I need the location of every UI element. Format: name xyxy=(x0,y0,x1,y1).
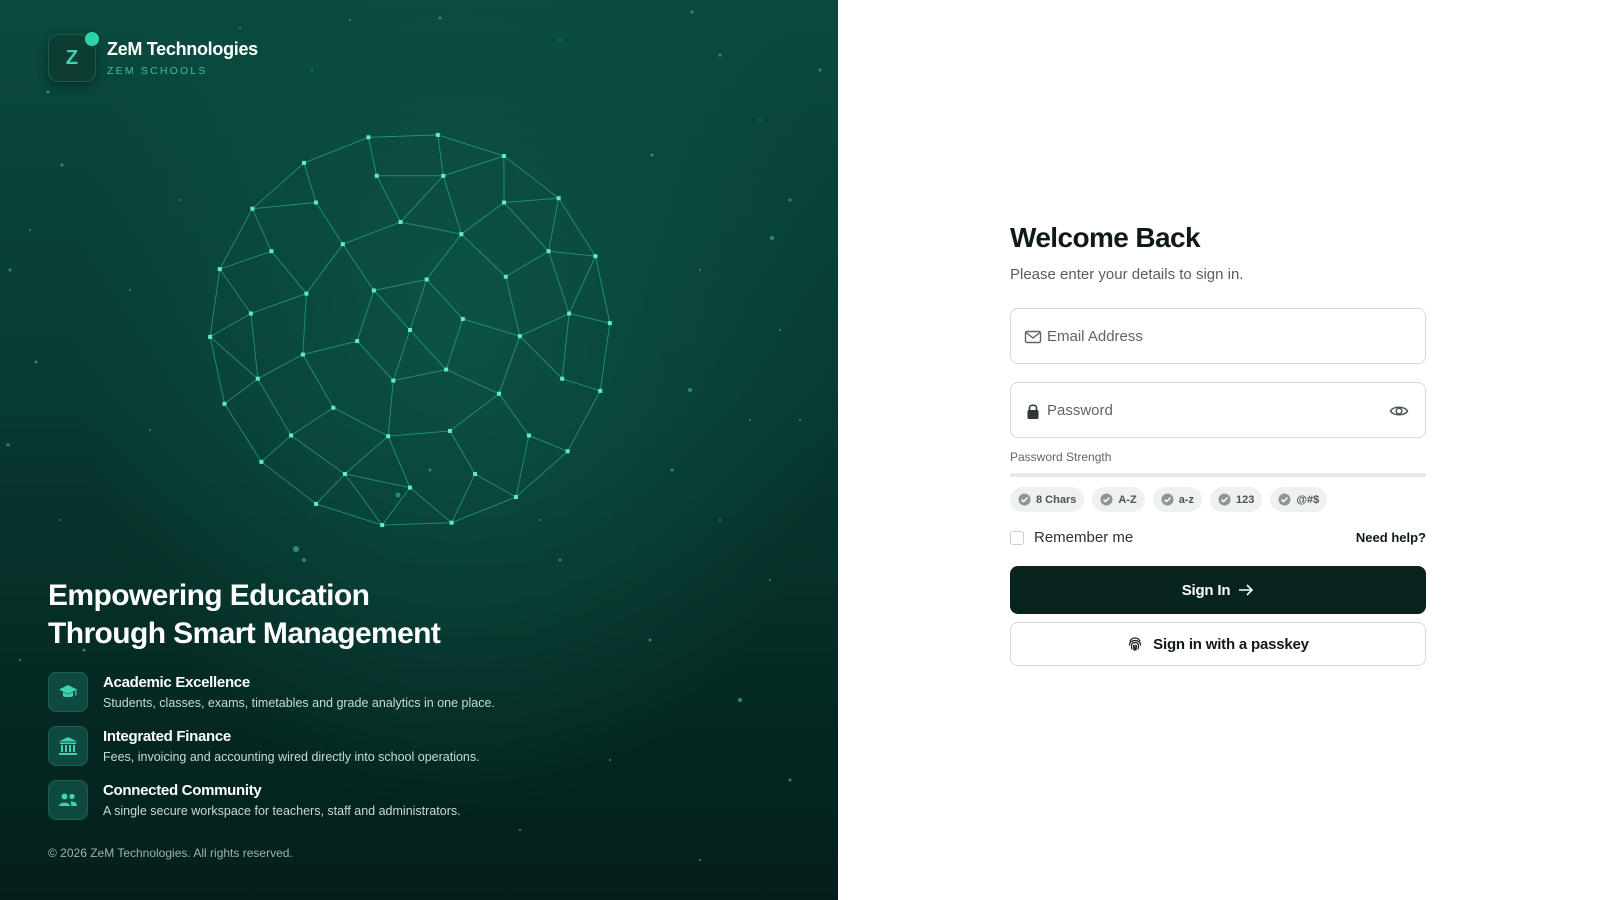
check-circle-icon xyxy=(1100,493,1113,506)
feature-description: Fees, invoicing and accounting wired dir… xyxy=(103,750,480,764)
mail-icon xyxy=(1024,330,1042,344)
login-form: Welcome Back Please enter your details t… xyxy=(1010,222,1426,666)
feature-list: Academic Excellence Students, classes, e… xyxy=(48,672,495,834)
password-field[interactable] xyxy=(1011,383,1425,437)
email-field-wrapper xyxy=(1010,308,1426,364)
logo-status-dot xyxy=(83,30,101,48)
users-icon xyxy=(48,780,88,820)
password-strength-bar xyxy=(1010,473,1426,477)
sign-in-label: Sign In xyxy=(1181,581,1231,599)
hero-headline-line-1: Empowering Education xyxy=(48,579,370,612)
requirement-badge-length: 8 Chars xyxy=(1010,487,1085,512)
logo: Z xyxy=(48,30,101,82)
requirement-label: 8 Chars xyxy=(1036,493,1077,506)
passkey-label: Sign in with a passkey xyxy=(1153,635,1309,653)
copyright-text: © 2026 ZeM Technologies. All rights rese… xyxy=(48,846,293,860)
logo-letter: Z xyxy=(65,46,79,69)
requirement-badge-lowercase: a-z xyxy=(1152,487,1202,512)
requirement-label: 123 xyxy=(1235,493,1255,506)
hero-headline: Empowering Education Through Smart Manag… xyxy=(48,577,441,653)
feature-item: Academic Excellence Students, classes, e… xyxy=(48,672,495,726)
page-subtitle: Please enter your details to sign in. xyxy=(1010,266,1244,283)
brand: Z ZeM Technologies ZEM SCHOOLS xyxy=(48,30,258,82)
sign-in-button[interactable]: Sign In xyxy=(1010,566,1426,614)
email-field[interactable] xyxy=(1011,309,1425,363)
check-circle-icon xyxy=(1018,493,1031,506)
password-requirements: 8 Chars A-Z a-z 123 @#$ xyxy=(1010,487,1426,512)
page-title: Welcome Back xyxy=(1010,222,1201,253)
feature-item: Integrated Finance Fees, invoicing and a… xyxy=(48,726,495,780)
brand-name: ZeM Technologies xyxy=(107,39,258,59)
feature-title: Integrated Finance xyxy=(103,728,231,745)
passkey-sign-in-button[interactable]: Sign in with a passkey xyxy=(1010,622,1426,666)
remember-row: Remember me Need help? xyxy=(1010,529,1426,546)
requirement-label: a-z xyxy=(1178,493,1194,506)
feature-title: Academic Excellence xyxy=(103,674,250,691)
lock-icon xyxy=(1027,404,1039,419)
password-field-wrapper xyxy=(1010,382,1426,438)
requirement-badge-uppercase: A-Z xyxy=(1092,487,1145,512)
check-circle-icon xyxy=(1278,493,1291,506)
feature-title: Connected Community xyxy=(103,782,262,799)
check-circle-icon xyxy=(1161,493,1174,506)
remember-me[interactable]: Remember me xyxy=(1010,529,1133,546)
requirement-label: A-Z xyxy=(1118,493,1137,506)
fingerprint-icon xyxy=(1129,637,1142,651)
graduation-cap-icon xyxy=(48,672,88,712)
check-circle-icon xyxy=(1218,493,1231,506)
wireframe-globe-illustration xyxy=(208,132,612,528)
feature-item: Connected Community A single secure work… xyxy=(48,780,495,834)
show-password-icon[interactable] xyxy=(1389,401,1409,421)
requirement-badge-symbol: @#$ xyxy=(1270,487,1328,512)
feature-description: A single secure workspace for teachers, … xyxy=(103,804,461,818)
hero-panel: Z ZeM Technologies ZEM SCHOOLS Empowerin… xyxy=(0,0,838,900)
feature-description: Students, classes, exams, timetables and… xyxy=(103,696,495,710)
bank-icon xyxy=(48,726,88,766)
requirement-label: @#$ xyxy=(1296,493,1320,506)
requirement-badge-number: 123 xyxy=(1209,487,1263,512)
remember-me-checkbox[interactable] xyxy=(1010,530,1024,545)
hero-headline-line-2: Through Smart Management xyxy=(48,617,441,650)
need-help-link[interactable]: Need help? xyxy=(1356,530,1426,545)
brand-subtitle: ZEM SCHOOLS xyxy=(107,65,208,77)
arrow-right-icon xyxy=(1239,584,1254,596)
password-strength-label: Password Strength xyxy=(1010,450,1112,464)
remember-me-label: Remember me xyxy=(1034,529,1134,546)
